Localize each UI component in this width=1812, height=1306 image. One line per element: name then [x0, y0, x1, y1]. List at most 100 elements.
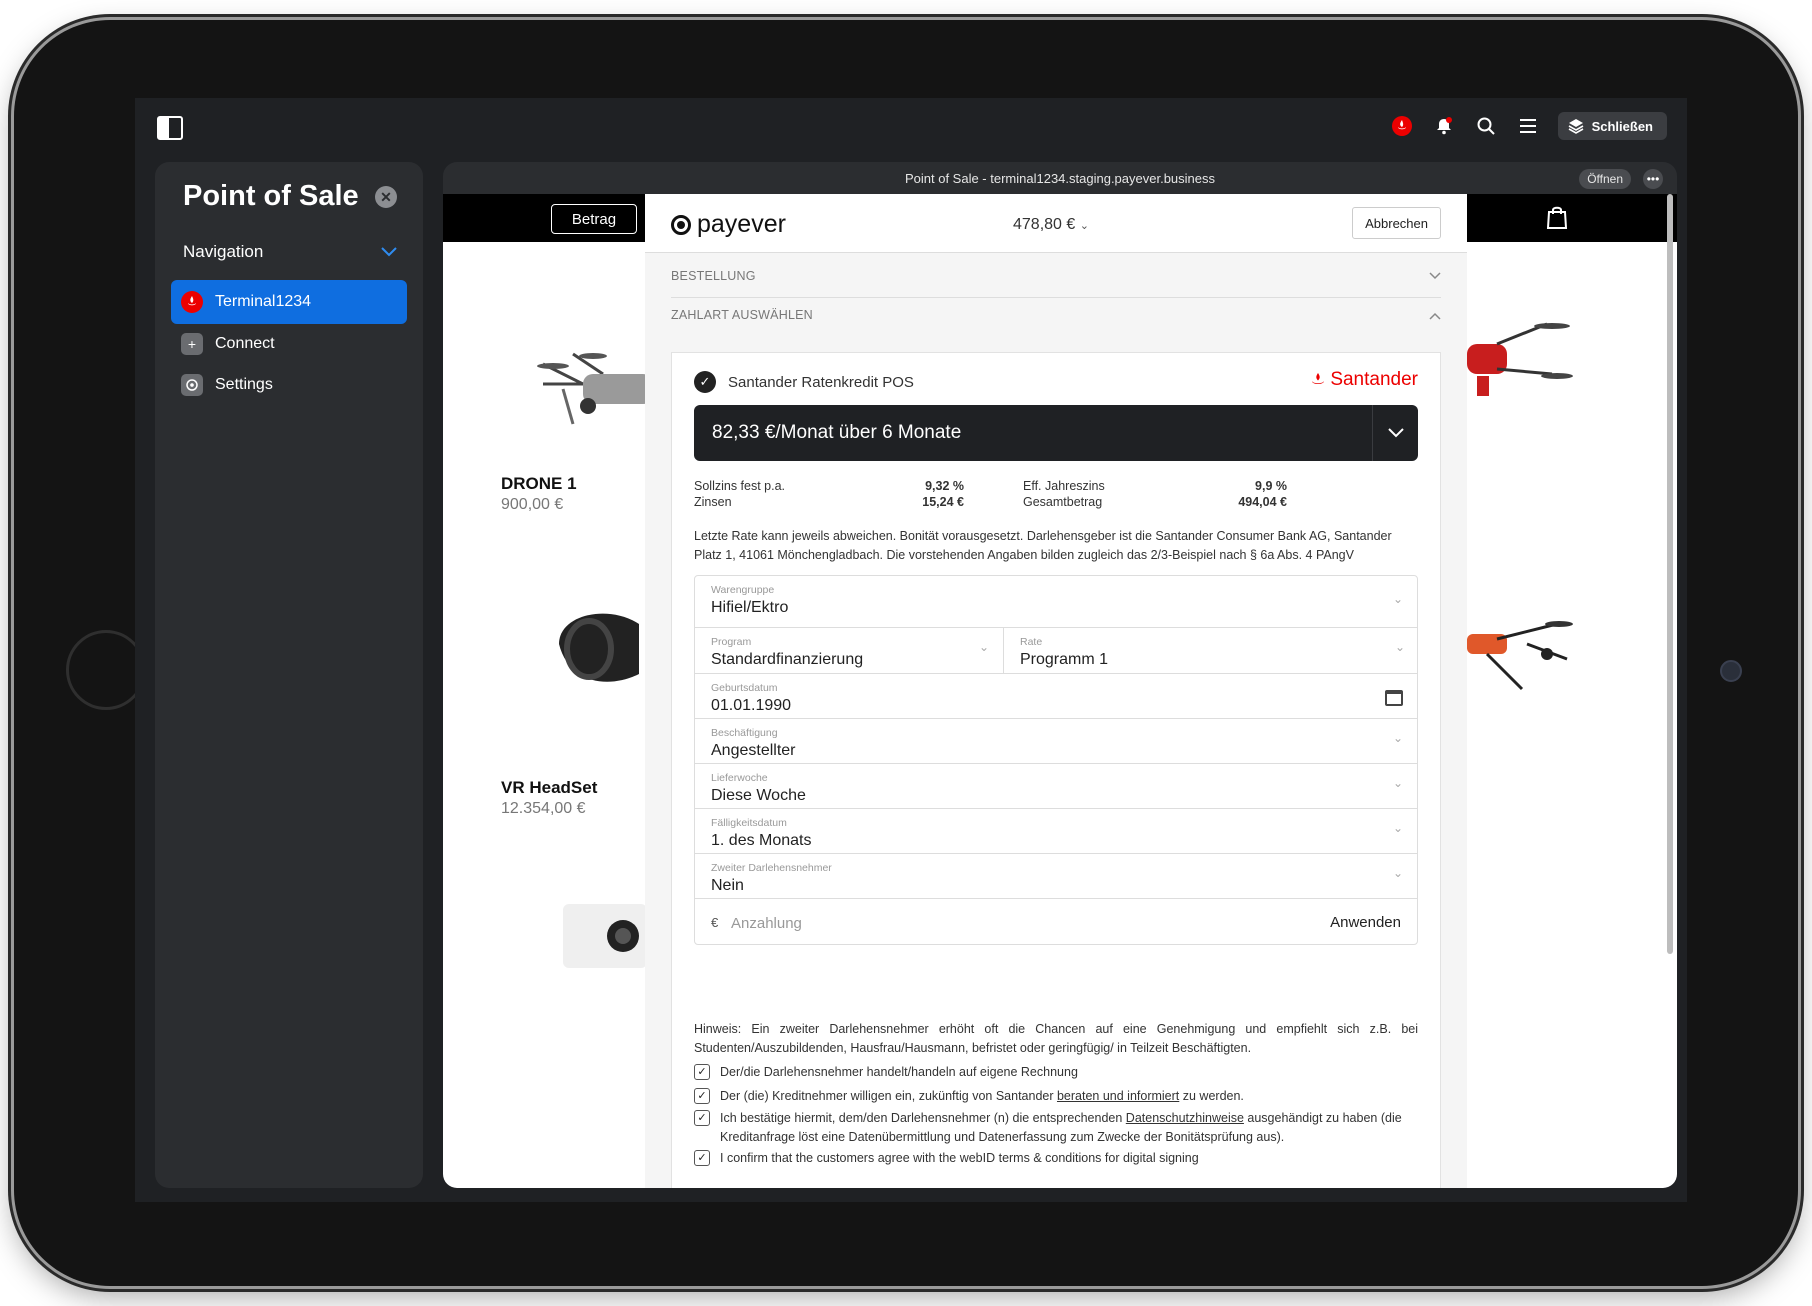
credit-disclaimer: Letzte Rate kann jeweils abweichen. Boni…	[694, 529, 1392, 562]
open-button[interactable]: Öffnen	[1579, 169, 1631, 189]
sidebar-item-label: Connect	[215, 335, 275, 352]
payment-method-card: ✓ Santander Ratenkredit POS Santander 82…	[671, 352, 1441, 1188]
field-lieferwoche[interactable]: Lieferwoche Diese Woche ⌄	[695, 764, 1417, 809]
shopping-bag-icon[interactable]	[1545, 204, 1573, 232]
eff-jahreszins-value: 9,9 %	[1255, 479, 1287, 493]
gear-icon	[181, 374, 203, 396]
field-row-program-rate: Program Standardfinanzierung ⌄ Rate Prog…	[695, 628, 1417, 674]
checkbox[interactable]: ✓	[694, 1150, 710, 1166]
plus-icon: +	[181, 333, 203, 355]
bell-icon[interactable]	[1432, 114, 1456, 138]
application-form: Warengruppe Hifiel/Ektro ⌄ Program Stand…	[694, 575, 1418, 945]
menu-icon[interactable]	[1516, 114, 1540, 138]
chevron-up-icon	[1429, 308, 1441, 323]
close-app-label: Schließen	[1591, 118, 1653, 134]
checkbox-label: Ich bestätige hiermit, dem/den Darlehens…	[720, 1109, 1418, 1147]
checkbox[interactable]: ✓	[694, 1064, 710, 1080]
sidebar-item-settings[interactable]: Settings	[171, 363, 407, 407]
checkbox-own-account[interactable]: ✓ Der/die Darlehensnehmer handelt/handel…	[694, 1063, 1418, 1082]
camera-product-image[interactable]	[563, 894, 647, 974]
close-app-button[interactable]: Schließen	[1557, 112, 1667, 140]
product-name[interactable]: DRONE 1	[501, 474, 577, 494]
gesamtbetrag-label: Gesamtbetrag	[1023, 495, 1103, 509]
chevron-down-icon: ⌄	[978, 640, 989, 654]
scrollbar[interactable]	[1667, 194, 1673, 954]
order-amount[interactable]: 478,80 € ⌄	[1013, 216, 1089, 234]
field-beschaeftigung[interactable]: Beschäftigung Angestellter ⌄	[695, 719, 1417, 764]
field-warengruppe[interactable]: Warengruppe Hifiel/Ektro ⌄	[695, 576, 1417, 628]
apply-button[interactable]: Anwenden	[1330, 914, 1401, 931]
field-geburtsdatum[interactable]: Geburtsdatum 01.01.1990	[695, 674, 1417, 719]
field-rate[interactable]: Rate Programm 1 ⌄	[1004, 628, 1419, 673]
sidebar: Point of Sale ✕ Navigation Terminal1234 …	[155, 162, 423, 1188]
checkbox-consent-advice[interactable]: ✓ Der (die) Kreditnehmer willigen ein, z…	[694, 1087, 1418, 1106]
chevron-down-icon	[1429, 268, 1441, 283]
field-value: Angestellter	[711, 742, 796, 759]
sidebar-item-connect[interactable]: + Connect	[171, 322, 407, 366]
drone-1-image[interactable]	[533, 344, 653, 434]
checkbox-privacy[interactable]: ✓ Ich bestätige hiermit, dem/den Darlehe…	[694, 1109, 1418, 1147]
chevron-down-icon: ⌄	[1079, 220, 1089, 232]
field-value: Nein	[711, 877, 744, 894]
field-anzahlung[interactable]: € Anzahlung Anwenden	[695, 899, 1417, 944]
home-button[interactable]	[66, 630, 146, 710]
sollzins-value: 9,32 %	[925, 479, 964, 493]
checkbox-label: Der/die Darlehensnehmer handelt/handeln …	[720, 1065, 1078, 1079]
provider-name: Santander	[1330, 369, 1418, 390]
search-icon[interactable]	[1474, 114, 1498, 138]
field-label: Lieferwoche	[711, 772, 768, 784]
check-circle-icon: ✓	[694, 371, 716, 393]
rate-select[interactable]: 82,33 €/Monat über 6 Monate	[694, 405, 1418, 461]
vr-headset-image[interactable]	[549, 594, 649, 694]
field-faelligkeitsdatum[interactable]: Fälligkeitsdatum 1. des Monats ⌄	[695, 809, 1417, 854]
browser-window: Point of Sale - terminal1234.staging.pay…	[443, 162, 1677, 1188]
currency-symbol: €	[711, 915, 719, 930]
brand-name: payever	[697, 210, 786, 238]
sidebar-item-terminal1234[interactable]: Terminal1234	[171, 280, 407, 324]
santander-logo: Santander	[1310, 369, 1418, 391]
anzahlung-input[interactable]: Anzahlung	[731, 915, 802, 932]
field-zweiter-darlehensnehmer[interactable]: Zweiter Darlehensnehmer Nein ⌄	[695, 854, 1417, 899]
field-value: 01.01.1990	[711, 697, 792, 714]
field-label: Geburtsdatum	[711, 682, 778, 694]
more-options-icon[interactable]: •••	[1643, 169, 1663, 189]
eff-jahreszins-label: Eff. Jahreszins	[1023, 479, 1105, 493]
checkbox-webid-terms[interactable]: ✓ I confirm that the customers agree wit…	[694, 1149, 1418, 1168]
field-label: Warengruppe	[711, 584, 775, 596]
panel-toggle-icon[interactable]	[157, 116, 183, 140]
product-price: 12.354,00 €	[501, 800, 586, 817]
checkout-header: payever 478,80 € ⌄ Abbrechen	[645, 194, 1467, 253]
field-label: Zweiter Darlehensnehmer	[711, 862, 832, 874]
field-value: Hifiel/Ektro	[711, 599, 789, 616]
navigation-toggle[interactable]: Navigation	[183, 242, 397, 262]
field-program[interactable]: Program Standardfinanzierung ⌄	[695, 628, 1004, 673]
co-borrower-hint: Hinweis: Ein zweiter Darlehensnehmer erh…	[694, 1022, 1418, 1055]
sollzins-label: Sollzins fest p.a.	[694, 479, 786, 493]
calendar-icon[interactable]	[1385, 690, 1403, 706]
field-value: 1. des Monats	[711, 832, 812, 849]
field-value: Standardfinanzierung	[711, 651, 864, 668]
zinsen-value: 15,24 €	[922, 495, 964, 509]
sidebar-item-label: Terminal1234	[215, 293, 312, 310]
chevron-down-icon: ⌄	[1392, 821, 1403, 835]
screen: Schließen Point of Sale ✕ Navigation Ter…	[135, 98, 1687, 1202]
betrag-button[interactable]: Betrag	[551, 204, 637, 234]
privacy-link[interactable]: Datenschutzhinweise	[1126, 1111, 1244, 1125]
chevron-down-icon: ⌄	[1392, 776, 1403, 790]
section-payment[interactable]: ZAHLART AUSWÄHLEN	[671, 293, 1441, 337]
red-drone-image[interactable]	[1467, 314, 1577, 414]
payment-method-header[interactable]: ✓ Santander Ratenkredit POS	[694, 371, 914, 393]
cancel-button[interactable]: Abbrechen	[1352, 207, 1441, 239]
advice-link[interactable]: beraten und informiert	[1057, 1089, 1179, 1103]
santander-icon[interactable]	[1390, 114, 1414, 138]
checkbox[interactable]: ✓	[694, 1088, 710, 1104]
product-name[interactable]: VR HeadSet	[501, 778, 597, 798]
sidebar-close-icon[interactable]: ✕	[375, 186, 397, 208]
section-order[interactable]: BESTELLUNG	[671, 254, 1441, 298]
chevron-down-icon: ⌄	[1394, 640, 1405, 654]
field-label: Beschäftigung	[711, 727, 778, 739]
orange-drone-image[interactable]	[1467, 614, 1577, 704]
checkbox[interactable]: ✓	[694, 1110, 710, 1126]
sidebar-title: Point of Sale	[183, 180, 359, 212]
navigation-label: Navigation	[183, 242, 264, 261]
